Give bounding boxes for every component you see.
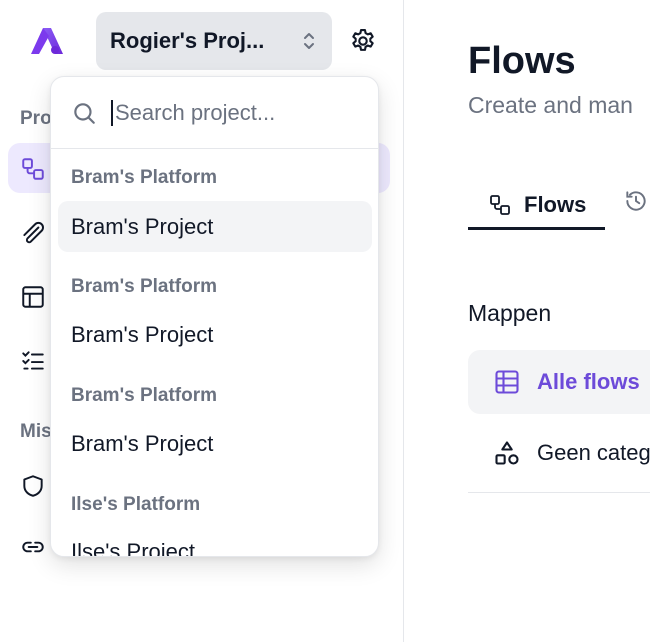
project-dropdown: Bram's Platform Bram's Project Bram's Pl…: [50, 76, 379, 557]
flow-icon: [490, 194, 510, 215]
shapes-icon: [495, 441, 519, 465]
tab-label: Flows: [524, 191, 587, 217]
group-label: Bram's Platform: [71, 385, 218, 406]
checklist-icon[interactable]: [20, 348, 46, 374]
paperclip-icon[interactable]: [20, 221, 46, 247]
project-option[interactable]: Bram's Project: [58, 418, 372, 469]
app-logo-icon[interactable]: [30, 26, 64, 56]
search-icon: [74, 102, 95, 124]
flow-icon: [22, 158, 44, 180]
project-option[interactable]: Bram's Project: [58, 309, 372, 360]
page-subtitle: Create and man: [468, 92, 633, 118]
project-selector[interactable]: Rogier's Proj...: [96, 12, 332, 70]
link-icon[interactable]: [20, 534, 46, 560]
table-icon: [495, 370, 519, 394]
main-content: Flows Create and man Flows Mappen Alle f…: [405, 0, 650, 642]
folder-all-flows[interactable]: Alle flows: [468, 350, 650, 414]
folders-heading: Mappen: [468, 300, 552, 326]
page-title: Flows: [468, 40, 576, 82]
project-selector-label: Rogier's Proj...: [110, 28, 265, 53]
chevron-up-down-icon: [304, 33, 314, 49]
tab-flows[interactable]: Flows: [468, 182, 605, 230]
group-label: Bram's Platform: [71, 167, 218, 188]
folder-uncategorized[interactable]: Geen categ: [468, 421, 650, 485]
folder-label: Geen categ: [537, 440, 650, 465]
project-search: [51, 77, 378, 149]
group-label: Ilse's Platform: [71, 494, 201, 515]
history-icon[interactable]: [623, 188, 649, 214]
project-option[interactable]: Ilse's Project: [58, 526, 372, 557]
shield-icon[interactable]: [20, 473, 46, 499]
search-input[interactable]: [111, 99, 361, 126]
divider: [468, 492, 650, 493]
folder-label: Alle flows: [537, 369, 640, 394]
section-label-projects: Pro: [20, 108, 52, 129]
section-label-misc: Mis: [20, 421, 52, 442]
gear-icon[interactable]: [349, 27, 377, 55]
project-option[interactable]: Bram's Project: [58, 201, 372, 252]
group-label: Bram's Platform: [71, 276, 218, 297]
table-icon[interactable]: [20, 284, 46, 310]
